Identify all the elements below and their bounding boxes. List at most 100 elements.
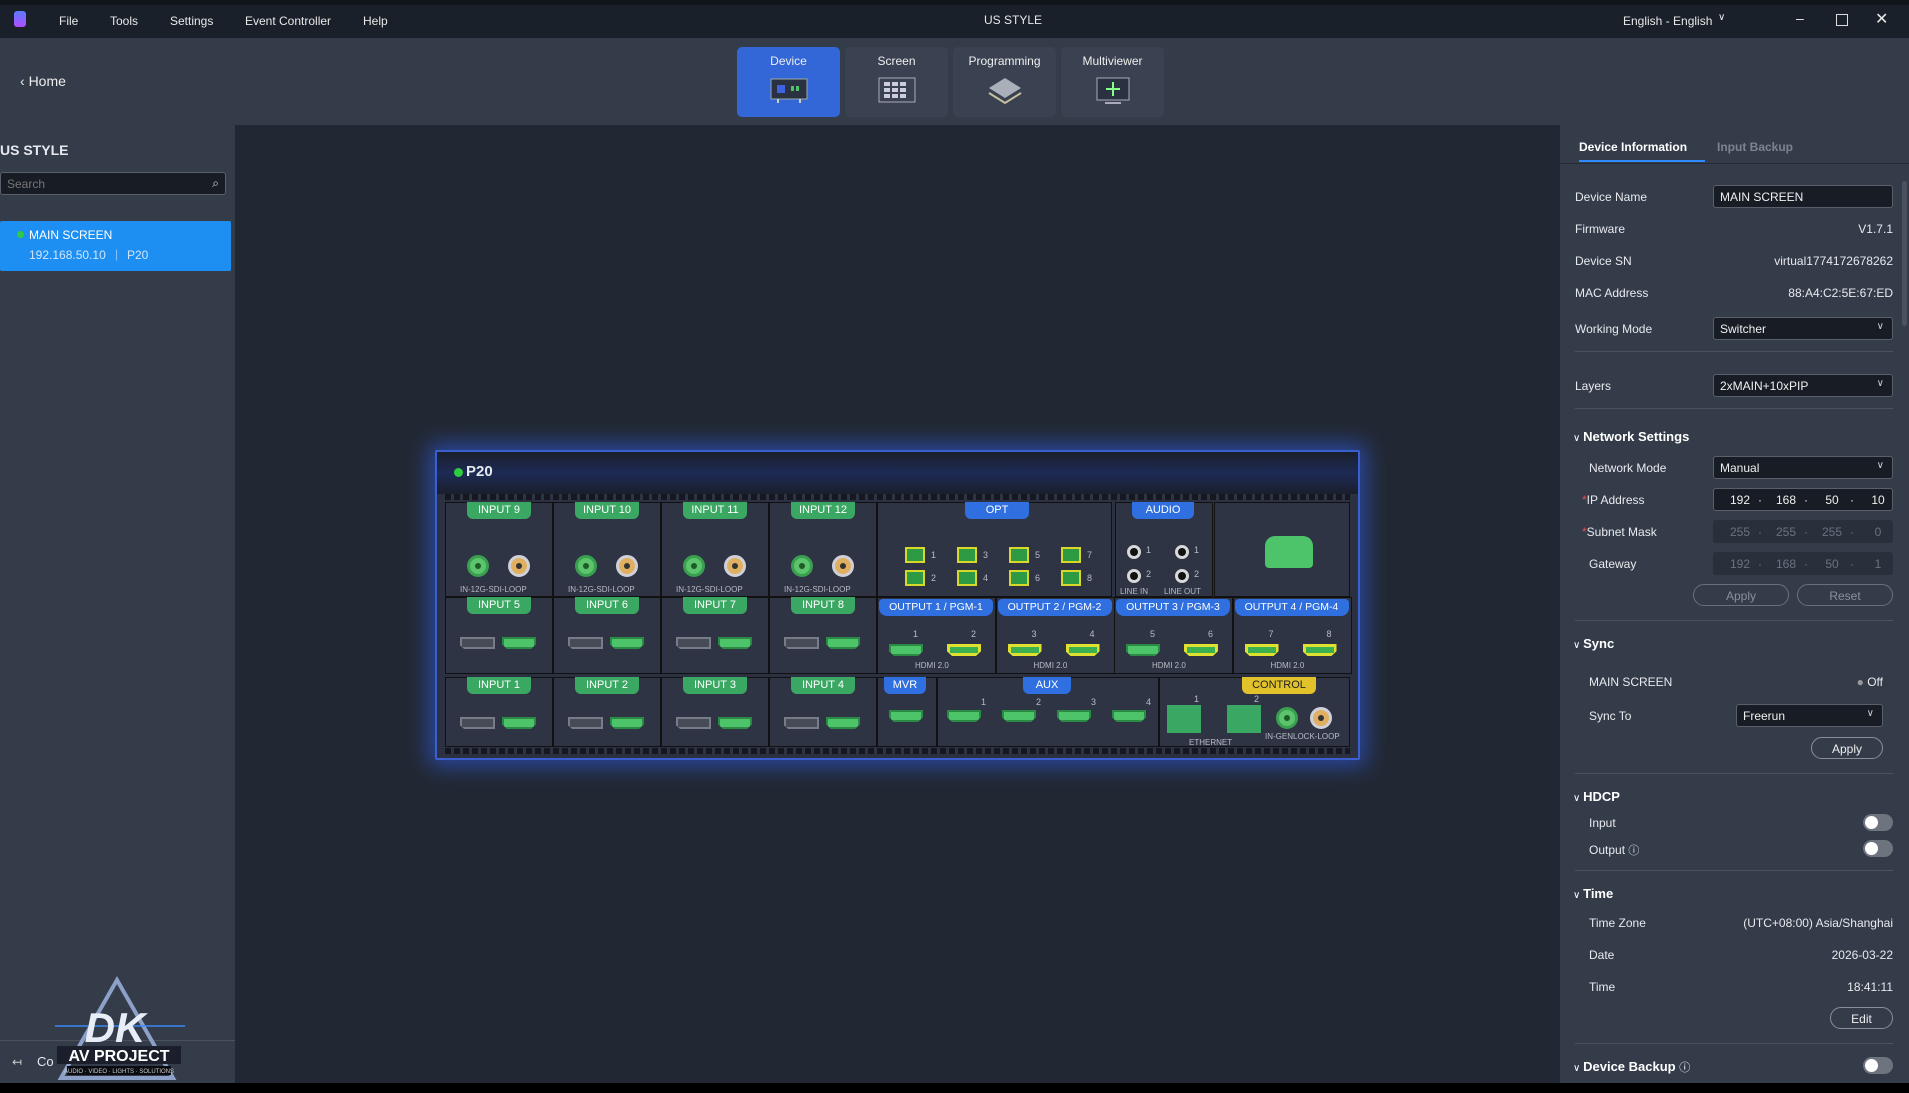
hdmi-connector-icon[interactable] <box>610 637 644 649</box>
sdi-loop-connector-icon[interactable] <box>616 555 638 577</box>
device-panel-p20[interactable]: P20 INPUT 9 IN-12G-SDI-LOOP INPUT 10 IN-12G… <box>435 450 1360 760</box>
sdi-in-connector-icon[interactable] <box>683 555 705 577</box>
hdmi-output-connector-icon[interactable] <box>947 644 981 656</box>
displayport-connector-icon[interactable] <box>568 717 603 729</box>
sfp-port-icon[interactable] <box>957 547 977 563</box>
displayport-connector-icon[interactable] <box>784 637 819 649</box>
sdi-loop-connector-icon[interactable] <box>832 555 854 577</box>
device-backup-toggle[interactable] <box>1863 1057 1893 1074</box>
search-icon[interactable]: ⌕ <box>212 176 219 191</box>
displayport-connector-icon[interactable] <box>460 637 495 649</box>
hdmi-connector-icon[interactable] <box>826 637 860 649</box>
hdmi-output-connector-icon[interactable] <box>1126 644 1160 656</box>
ethernet-port-icon[interactable] <box>1227 705 1261 733</box>
sfp-port-icon[interactable] <box>905 547 925 563</box>
sdi-loop-connector-icon[interactable] <box>724 555 746 577</box>
collapse-icon[interactable]: ↤ <box>12 1055 22 1069</box>
time-zone-value: (UTC+08:00) Asia/Shanghai <box>1743 916 1893 930</box>
menu-event-controller[interactable]: Event Controller <box>245 14 331 28</box>
maximize-button[interactable] <box>1836 14 1848 26</box>
ip-address-input[interactable]: 192 · 168 · 50 · 10 <box>1713 488 1893 511</box>
ethernet-port-icon[interactable] <box>1167 705 1201 733</box>
hdmi-connector-icon[interactable] <box>718 637 752 649</box>
hdmi-connector-icon[interactable] <box>1057 710 1091 722</box>
device-list-item[interactable]: MAIN SCREEN 192.168.50.10 | P20 <box>0 221 231 271</box>
hdmi-connector-icon[interactable] <box>502 717 536 729</box>
hdmi-connector-icon[interactable] <box>718 717 752 729</box>
sdi-loop-connector-icon[interactable] <box>508 555 530 577</box>
genlock-in-connector-icon[interactable] <box>1276 707 1298 729</box>
menu-settings[interactable]: Settings <box>170 14 213 28</box>
sync-to-select[interactable]: Freerun ∨ <box>1736 704 1883 727</box>
home-button[interactable]: ‹ Home <box>20 73 66 89</box>
audio-jack-icon[interactable] <box>1175 569 1189 583</box>
hdmi-output-connector-icon[interactable] <box>1302 644 1337 656</box>
hdmi-connector-icon[interactable] <box>502 637 536 649</box>
hdcp-input-toggle[interactable] <box>1863 814 1893 831</box>
menu-help[interactable]: Help <box>363 14 388 28</box>
sfp-port-icon[interactable] <box>957 570 977 586</box>
hdmi-output-connector-icon[interactable] <box>1065 644 1100 656</box>
network-mode-select[interactable]: Manual ∨ <box>1713 456 1893 479</box>
tab-programming[interactable]: Programming <box>953 47 1056 117</box>
hdmi-output-connector-icon[interactable] <box>1007 644 1042 656</box>
hdcp-output-toggle[interactable] <box>1863 840 1893 857</box>
chevron-left-icon: ‹ <box>20 73 29 89</box>
hdmi-connector-icon[interactable] <box>610 717 644 729</box>
close-button[interactable]: ✕ <box>1875 9 1888 29</box>
genlock-loop-connector-icon[interactable] <box>1310 707 1332 729</box>
time-edit-button[interactable]: Edit <box>1830 1007 1893 1029</box>
sfp-port-icon[interactable] <box>1009 547 1029 563</box>
port-number: 3 <box>1091 697 1097 707</box>
minimize-button[interactable]: – <box>1796 10 1804 26</box>
time-header[interactable]: ∨ Time <box>1573 886 1613 901</box>
working-mode-select[interactable]: Switcher ∨ <box>1713 317 1893 340</box>
hdcp-header[interactable]: ∨ HDCP <box>1573 789 1620 804</box>
sdi-in-connector-icon[interactable] <box>791 555 813 577</box>
audio-jack-icon[interactable] <box>1175 545 1189 559</box>
displayport-connector-icon[interactable] <box>676 637 711 649</box>
sdi-in-connector-icon[interactable] <box>467 555 489 577</box>
hdmi-connector-icon[interactable] <box>826 717 860 729</box>
network-apply-button[interactable]: Apply <box>1693 584 1789 606</box>
search-input[interactable] <box>1 173 191 195</box>
sync-apply-button[interactable]: Apply <box>1811 737 1883 759</box>
displayport-connector-icon[interactable] <box>784 717 819 729</box>
device-name-input[interactable]: MAIN SCREEN <box>1713 185 1893 208</box>
sdi-caption: IN-12G-SDI-LOOP <box>568 585 635 594</box>
hdmi-connector-icon[interactable] <box>1002 710 1036 722</box>
displayport-connector-icon[interactable] <box>568 637 603 649</box>
sfp-port-icon[interactable] <box>905 570 925 586</box>
hdmi-output-connector-icon[interactable] <box>889 644 923 656</box>
hdmi-output-connector-icon[interactable] <box>1244 644 1279 656</box>
audio-jack-icon[interactable] <box>1127 545 1141 559</box>
tab-input-backup[interactable]: Input Backup <box>1717 140 1793 154</box>
network-settings-header[interactable]: ∨ Network Settings <box>1573 429 1689 444</box>
search-box[interactable]: ⌕ <box>0 172 226 195</box>
sync-header[interactable]: ∨ Sync <box>1573 636 1614 651</box>
layers-select[interactable]: 2xMAIN+10xPIP ∨ <box>1713 374 1893 397</box>
hdmi-connector-icon[interactable] <box>1112 710 1146 722</box>
hdmi-connector-icon[interactable] <box>889 710 923 722</box>
mac-label: MAC Address <box>1575 286 1649 300</box>
tab-multiviewer[interactable]: Multiviewer <box>1061 47 1164 117</box>
sdi-in-connector-icon[interactable] <box>575 555 597 577</box>
hdmi-output-connector-icon[interactable] <box>1184 644 1218 656</box>
scrollbar[interactable] <box>1902 181 1907 326</box>
network-reset-button[interactable]: Reset <box>1797 584 1893 606</box>
sfp-port-icon[interactable] <box>1061 570 1081 586</box>
displayport-connector-icon[interactable] <box>676 717 711 729</box>
device-backup-header[interactable]: ∨ Device Backup ⓘ <box>1573 1059 1690 1075</box>
tab-device-information[interactable]: Device Information <box>1579 140 1687 154</box>
sfp-port-icon[interactable] <box>1009 570 1029 586</box>
menu-tools[interactable]: Tools <box>110 14 138 28</box>
sfp-port-icon[interactable] <box>1061 547 1081 563</box>
language-select[interactable]: English - English <box>1623 14 1712 28</box>
input-label: INPUT 7 <box>683 597 747 614</box>
menu-file[interactable]: File <box>59 14 78 28</box>
tab-screen[interactable]: Screen <box>845 47 948 117</box>
tab-device[interactable]: Device <box>737 47 840 117</box>
audio-jack-icon[interactable] <box>1127 569 1141 583</box>
hdmi-connector-icon[interactable] <box>947 710 981 722</box>
displayport-connector-icon[interactable] <box>460 717 495 729</box>
